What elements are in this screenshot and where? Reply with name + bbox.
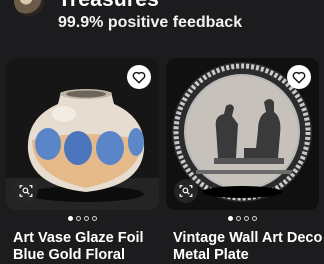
seller-avatar[interactable] <box>14 0 44 16</box>
visual-search-button[interactable] <box>174 179 198 203</box>
seller-feedback: 99.9% positive feedback <box>58 14 243 31</box>
pager-dot <box>76 216 81 221</box>
pager-dot <box>92 216 97 221</box>
seller-header: Treasures 99.9% positive feedback <box>0 0 324 44</box>
favorite-button[interactable] <box>287 65 311 89</box>
visual-search-button[interactable] <box>14 179 38 203</box>
listing-image-vase[interactable] <box>6 58 159 210</box>
pager-dot <box>236 216 241 221</box>
pager-dot <box>228 216 233 221</box>
pager-dot <box>84 216 89 221</box>
listing-card[interactable]: Art Vase Glaze Foil Blue Gold Floral <box>6 58 159 263</box>
listing-image-plate[interactable] <box>166 58 319 210</box>
heart-icon <box>292 71 306 83</box>
image-pager <box>166 216 319 221</box>
listing-card[interactable]: Vintage Wall Art Deco Metal Plate <box>166 58 322 263</box>
image-search-icon <box>19 185 33 197</box>
image-pager <box>6 216 159 221</box>
favorite-button[interactable] <box>127 65 151 89</box>
pager-dot <box>252 216 257 221</box>
pager-dot <box>244 216 249 221</box>
pager-dot <box>68 216 73 221</box>
heart-icon <box>132 71 146 83</box>
seller-name[interactable]: Treasures <box>58 0 159 12</box>
image-search-icon <box>179 185 193 197</box>
